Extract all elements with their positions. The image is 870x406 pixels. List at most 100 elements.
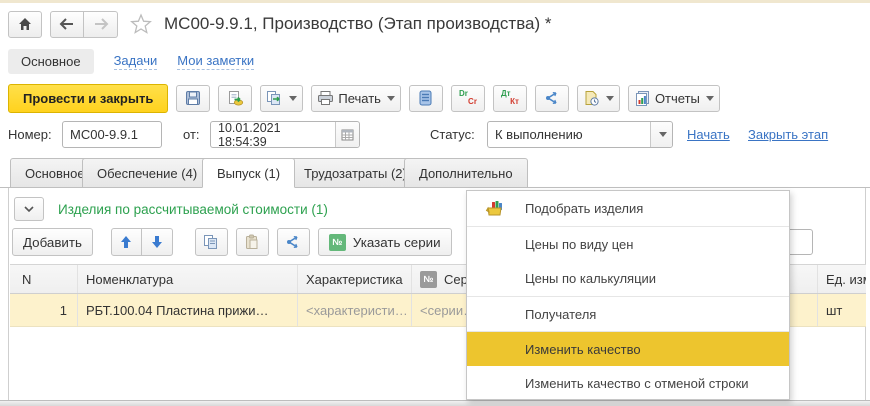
back-button[interactable] <box>50 11 84 38</box>
arrow-up-icon <box>119 235 133 249</box>
menu-item-prices-by-calc[interactable]: Цены по калькуляции <box>467 261 789 296</box>
section-title: Изделия по рассчитываемой стоимости (1) <box>58 202 328 217</box>
datetime-value: 10.01.2021 18:54:39 <box>211 121 335 149</box>
context-menu: Подобрать изделия Цены по виду цен Цены … <box>466 190 790 400</box>
chevron-down-icon <box>387 96 395 101</box>
menu-item-pick-products[interactable]: Подобрать изделия <box>467 191 789 226</box>
tab-additional[interactable]: Дополнительно <box>404 158 528 188</box>
home-button[interactable] <box>8 11 42 38</box>
paste-icon <box>244 234 260 250</box>
reports-button-label: Отчеты <box>655 91 700 106</box>
chevron-down-icon <box>606 96 614 101</box>
chevron-down-icon <box>659 132 667 137</box>
table-toolbar: Добавить <box>12 228 452 256</box>
column-header-characteristic[interactable]: Характеристика <box>298 265 412 293</box>
command-bar: Провести и закрыть <box>8 84 720 112</box>
menu-item-receiver[interactable]: Получателя <box>467 296 789 331</box>
column-header-nomenclature[interactable]: Номенклатура <box>78 265 298 293</box>
paste-row-button[interactable] <box>236 228 269 256</box>
register-records-button[interactable] <box>409 85 443 112</box>
series-number-icon: № <box>420 271 437 288</box>
column-header-n[interactable]: N <box>10 265 78 293</box>
cell-unit: шт <box>818 294 866 326</box>
copy-icon <box>203 234 219 250</box>
chevron-down-icon <box>23 205 35 213</box>
status-select[interactable]: К выполнению <box>487 121 673 148</box>
menu-item-label: Цены по калькуляции <box>525 271 656 286</box>
menu-item-label: Изменить качество с отменой строки <box>525 376 749 391</box>
calendar-icon <box>341 128 354 141</box>
chevron-down-icon <box>706 96 714 101</box>
copy-document-button[interactable] <box>260 85 303 112</box>
row-structure-button[interactable] <box>277 228 310 256</box>
datetime-input[interactable]: 10.01.2021 18:54:39 <box>210 121 360 148</box>
title-bar: МС00-9.9.1, Производство (Этап производс… <box>8 10 552 38</box>
post-and-close-button[interactable]: Провести и закрыть <box>8 84 168 113</box>
menu-item-prices-by-type[interactable]: Цены по виду цен <box>467 226 789 261</box>
menu-item-label: Изменить качество <box>525 342 641 357</box>
column-header-unit[interactable]: Ед. изм. <box>818 265 866 293</box>
dr-cr-icon: DrCr <box>459 89 477 107</box>
collapse-section-button[interactable] <box>14 197 44 221</box>
share-structure-icon <box>544 90 560 106</box>
move-row-group <box>111 228 173 256</box>
tab-labor[interactable]: Трудозатраты (2) <box>289 158 422 188</box>
status-value: К выполнению <box>488 127 650 142</box>
number-input[interactable] <box>62 121 162 148</box>
menu-item-label: Подобрать изделия <box>525 201 643 216</box>
status-dropdown-button[interactable] <box>650 122 672 147</box>
section-header: Изделия по рассчитываемой стоимости (1) <box>14 197 328 221</box>
move-down-button[interactable] <box>142 228 173 256</box>
menu-item-label: Цены по виду цен <box>525 237 633 252</box>
move-up-button[interactable] <box>111 228 142 256</box>
status-label: Статус: <box>430 127 475 142</box>
set-series-label: Указать серии <box>353 235 441 250</box>
add-row-button[interactable]: Добавить <box>12 228 93 256</box>
printer-icon <box>317 90 334 106</box>
forward-button[interactable] <box>84 11 118 38</box>
dr-cr-button[interactable]: DrCr <box>451 85 485 112</box>
chevron-down-icon <box>289 96 297 101</box>
home-icon <box>17 16 33 32</box>
nav-links-row: Основное Задачи Мои заметки <box>8 48 254 74</box>
document-tab-strip: Основное Обеспечение (4) Выпуск (1) Труд… <box>0 158 870 188</box>
nav-item-main[interactable]: Основное <box>8 49 94 74</box>
favorite-star-button[interactable] <box>130 13 152 35</box>
cell-row-number: 1 <box>10 294 78 326</box>
tab-output[interactable]: Выпуск (1) <box>202 158 295 188</box>
print-button-label: Печать <box>338 91 381 106</box>
back-arrow-icon <box>59 18 75 30</box>
document-history-button[interactable] <box>577 85 620 112</box>
post-document-icon <box>227 90 244 106</box>
dt-kt-icon: ДтКт <box>501 89 519 107</box>
forward-arrow-icon <box>93 18 109 30</box>
nav-item-notes[interactable]: Мои заметки <box>177 53 254 70</box>
cell-nomenclature: РБТ.100.04 Пластина прижи… <box>78 294 298 326</box>
cell-characteristic: <характеристи… <box>298 294 412 326</box>
menu-item-label: Получателя <box>525 307 596 322</box>
print-button[interactable]: Печать <box>311 85 401 112</box>
document-clock-icon <box>583 90 600 106</box>
reports-button[interactable]: Отчеты <box>628 85 720 112</box>
tab-supply[interactable]: Обеспечение (4) <box>82 158 212 188</box>
close-stage-link[interactable]: Закрыть этап <box>748 127 828 142</box>
calendar-button[interactable] <box>335 122 359 147</box>
register-list-icon <box>418 90 433 106</box>
start-link[interactable]: Начать <box>687 127 730 142</box>
save-button[interactable] <box>176 85 210 112</box>
pick-products-icon <box>485 199 505 217</box>
page-title: МС00-9.9.1, Производство (Этап производс… <box>164 14 552 34</box>
dt-kt-button[interactable]: ДтКт <box>493 85 527 112</box>
window-top-edge <box>0 0 870 3</box>
menu-item-change-quality[interactable]: Изменить качество <box>467 331 789 366</box>
number-label: Номер: <box>8 127 52 142</box>
menu-item-change-quality-cancel-row[interactable]: Изменить качество с отменой строки <box>467 366 789 401</box>
save-icon <box>185 90 201 106</box>
structure-links-button[interactable] <box>535 85 569 112</box>
report-chart-icon <box>634 90 651 106</box>
history-nav-group <box>50 11 118 38</box>
post-document-button[interactable] <box>218 85 252 112</box>
set-series-button[interactable]: № Указать серии <box>318 228 452 256</box>
nav-item-tasks[interactable]: Задачи <box>114 53 158 70</box>
copy-row-button[interactable] <box>195 228 228 256</box>
